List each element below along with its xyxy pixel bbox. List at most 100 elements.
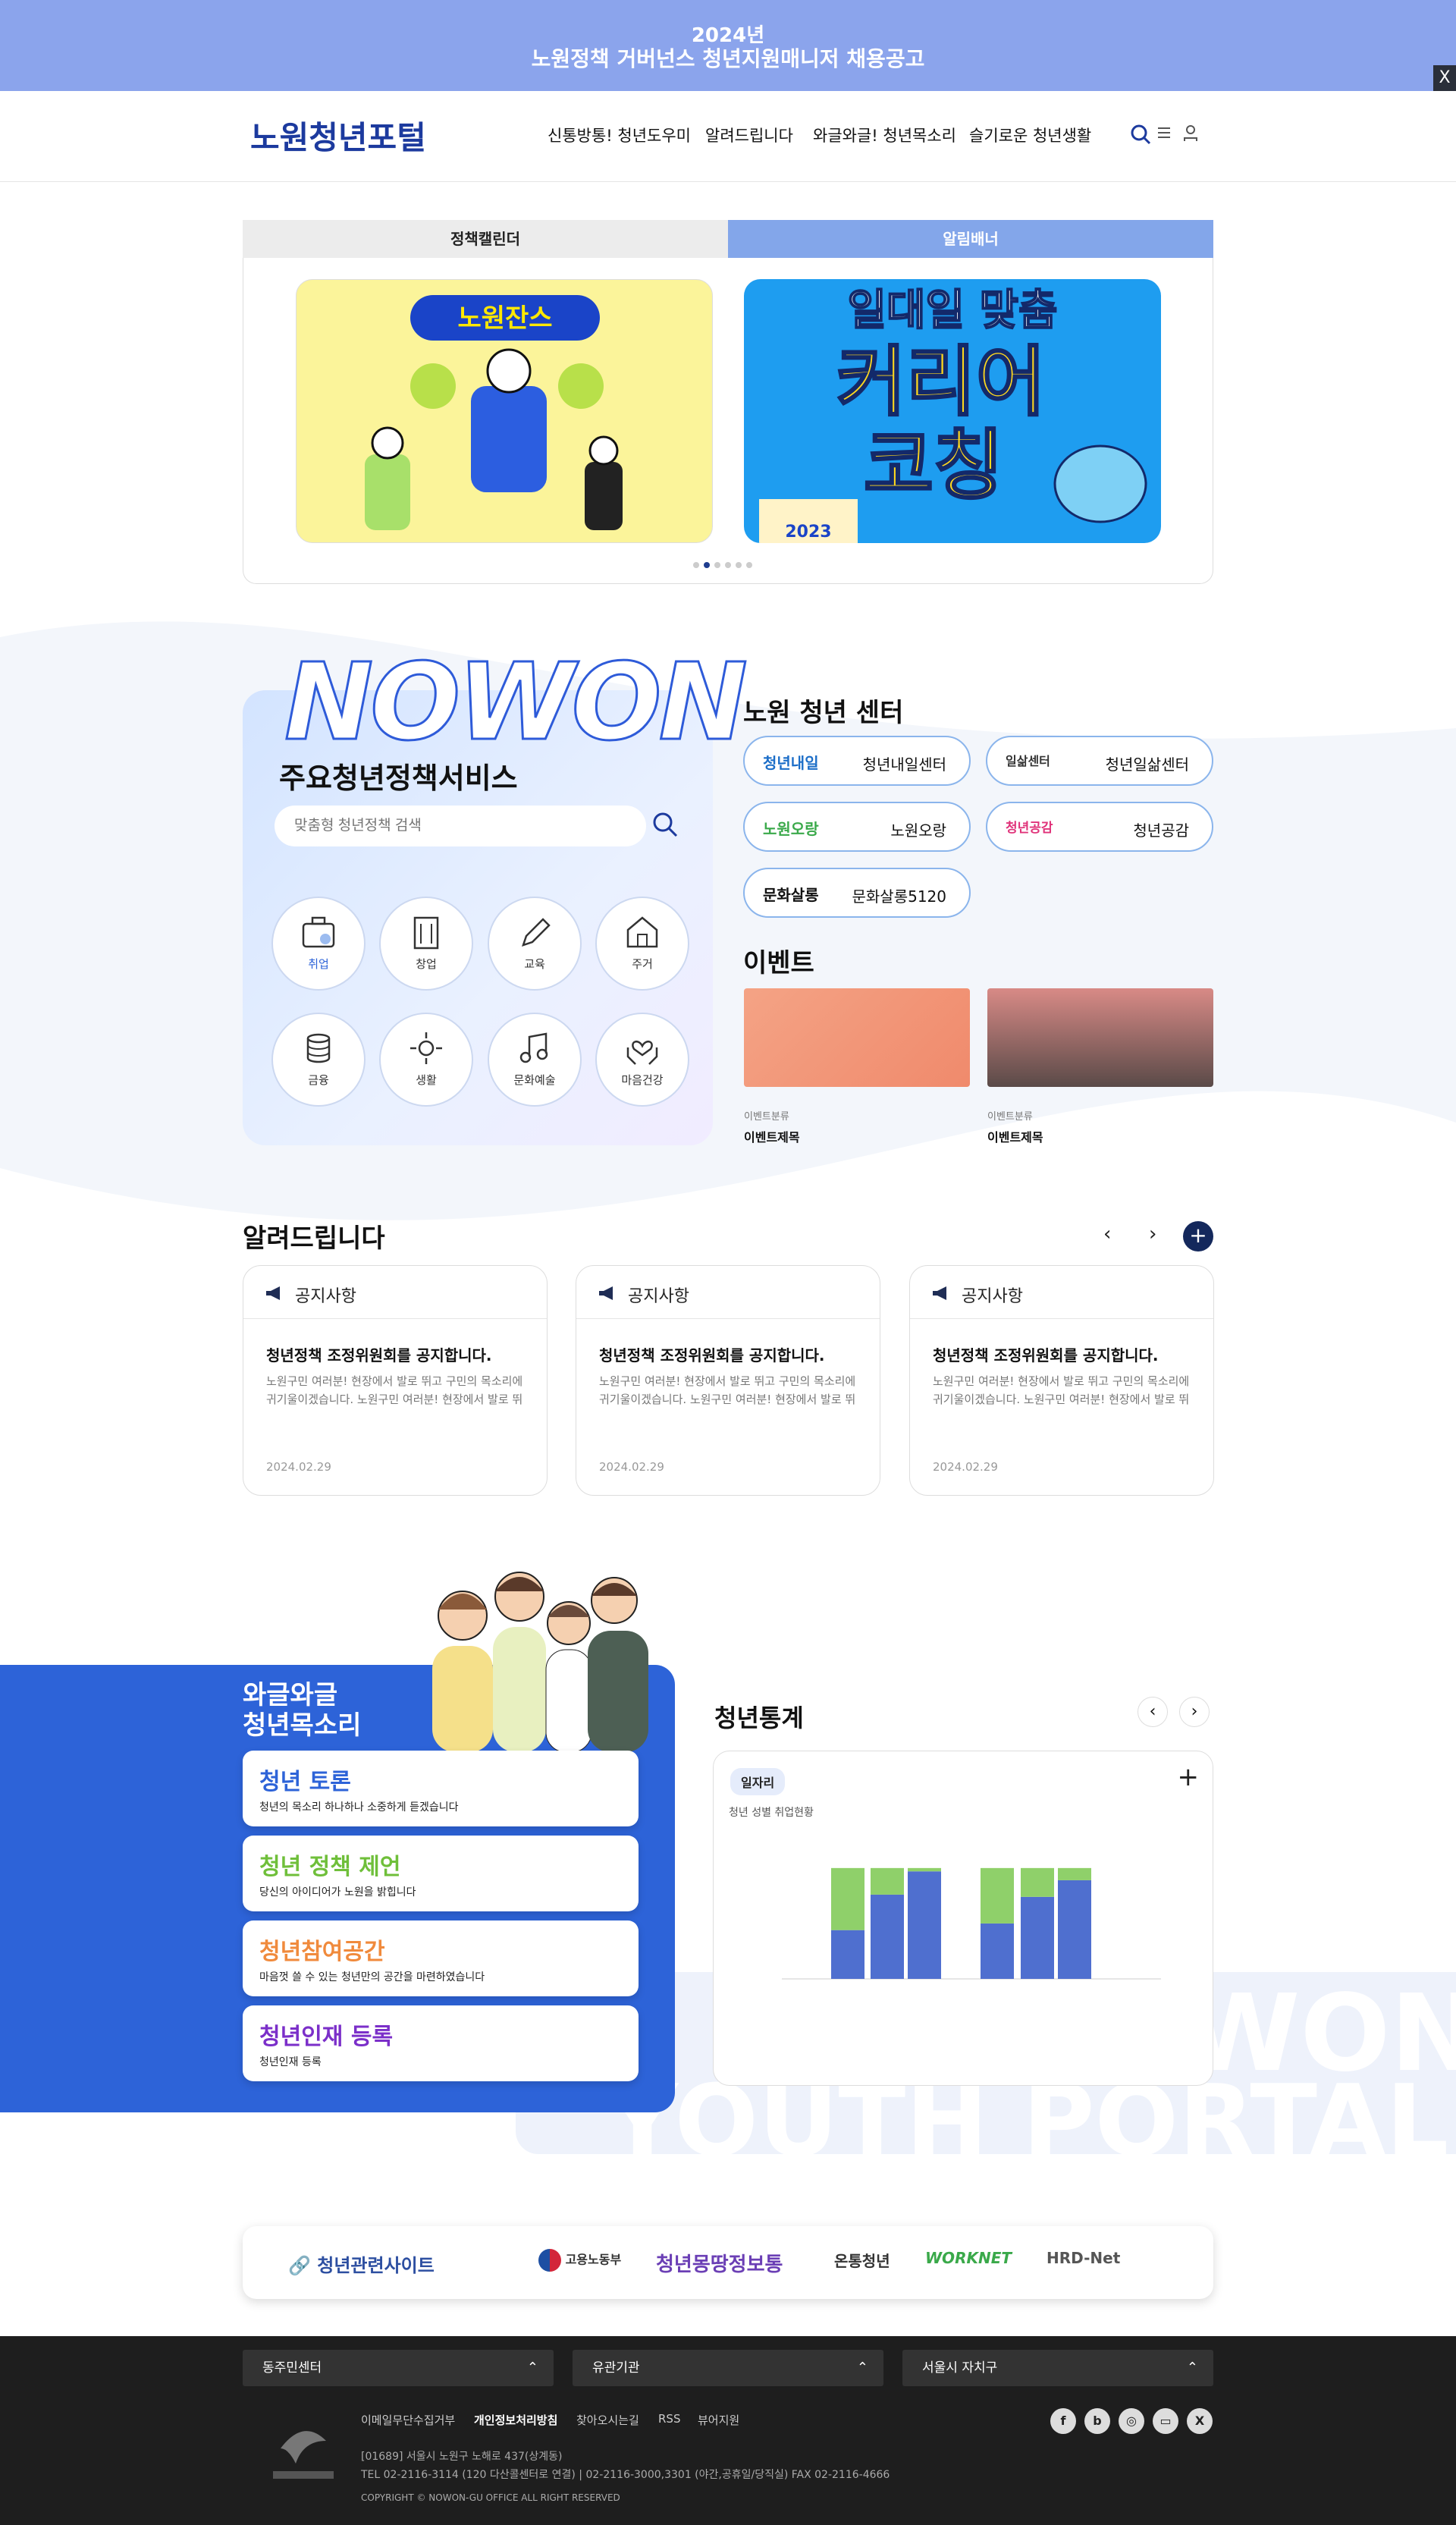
voice-item-title: 청년인재 등록 — [259, 2024, 394, 2050]
footer-link-privacy[interactable]: 개인정보처리방침 — [474, 2412, 557, 2428]
notice-category: 공지사항 — [628, 1287, 689, 1306]
event-card[interactable]: 이벤트분류 이벤트제목 — [744, 988, 970, 1145]
service-living[interactable]: 생활 — [379, 1013, 473, 1107]
nav-item-life[interactable]: 슬기로운 청년생활 — [969, 124, 1091, 146]
voice-item-sub: 당신의 아이디어가 노원을 밝힙니다 — [259, 1886, 416, 1898]
nav-item-notice[interactable]: 알려드립니다 — [705, 124, 793, 146]
notice-category: 공지사항 — [295, 1287, 356, 1306]
chart-bar — [871, 1894, 904, 1979]
x-twitter-icon[interactable]: X — [1187, 2408, 1213, 2434]
site-link-hrd-net[interactable]: HRD-Net — [1046, 2249, 1120, 2267]
top-banner[interactable]: 2024년 노원정책 거버넌스 청년지원매니저 채용공고 — [0, 0, 1456, 91]
event-category: 이벤트분류 — [744, 1111, 789, 1123]
voice-item-participation-space[interactable]: 청년참여공간 마음껏 쓸 수 있는 청년만의 공간을 마련하였습니다 — [243, 1920, 639, 1996]
search-icon[interactable] — [651, 810, 681, 840]
notice-section-title: 알려드립니다 — [243, 1223, 385, 1254]
megaphone-icon — [933, 1286, 946, 1300]
center-logo: 청년내일 — [763, 754, 819, 772]
nav-item-helper[interactable]: 신통방통! 청년도우미 — [548, 124, 691, 146]
heart-hands-icon — [626, 1040, 658, 1065]
slide-career-coaching[interactable]: 일대일 맞춤 커리어 코칭 2023 — [744, 279, 1161, 543]
center-button-salon[interactable]: 문화살롱 문화살롱5120 — [743, 868, 971, 918]
megaphone-icon — [266, 1286, 280, 1300]
youth-group-illustration — [432, 1572, 648, 1752]
slider-dot[interactable] — [736, 562, 742, 568]
site-link-worknet[interactable]: WORKNET — [925, 2249, 1012, 2267]
user-icon[interactable] — [1183, 125, 1198, 142]
footer-link-viewer[interactable]: 뷰어지원 — [698, 2412, 739, 2428]
tab-notification-banner[interactable]: 알림배너 — [728, 220, 1213, 258]
slider-dot[interactable] — [693, 562, 699, 568]
kakao-icon[interactable]: ▭ — [1153, 2408, 1178, 2434]
link-icon: 🔗 — [288, 2255, 311, 2276]
nav-item-voice[interactable]: 와글와글! 청년목소리 — [813, 124, 956, 146]
notice-next-button[interactable]: › — [1149, 1223, 1156, 1245]
notice-prev-button[interactable]: ‹ — [1103, 1223, 1111, 1245]
stats-card: 일자리 + 청년 성별 취업현황 — [713, 1751, 1213, 2086]
site-logo[interactable]: 노원청년포털 — [250, 112, 426, 159]
service-finance[interactable]: 금융 — [271, 1013, 366, 1107]
building-icon — [413, 916, 439, 950]
service-startup[interactable]: 창업 — [379, 897, 473, 991]
stats-next-button[interactable]: › — [1179, 1697, 1210, 1727]
service-culture-arts[interactable]: 문화예술 — [488, 1013, 582, 1107]
facebook-icon[interactable]: f — [1050, 2408, 1076, 2434]
voice-item-debate[interactable]: 청년 토론 청년의 목소리 하나하나 소중하게 듣겠습니다 — [243, 1751, 639, 1826]
slider-dot-active[interactable] — [704, 562, 710, 568]
footer-link-directions[interactable]: 찾아오시는길 — [576, 2412, 639, 2428]
slider-dot[interactable] — [714, 562, 720, 568]
notice-card[interactable]: 공지사항 청년정책 조정위원회를 공지합니다. 노원구민 여러분! 현장에서 발… — [243, 1265, 548, 1496]
banner-title[interactable]: 노원정책 거버넌스 청년지원매니저 채용공고 — [0, 42, 1456, 73]
nowon-gu-footer-logo — [273, 2431, 334, 2479]
footer-address: [01689] 서울시 노원구 노해로 437(상계동) — [361, 2451, 563, 2463]
center-name: 청년일삶센터 — [1105, 755, 1189, 774]
footer-select-seoul-districts[interactable]: 서울시 자치구 ⌃ — [902, 2350, 1213, 2386]
banner-close-button[interactable]: X — [1433, 65, 1456, 91]
notice-excerpt: 노원구민 여러분! 현장에서 발로 뛰고 구민의 목소리에 귀기울이겠습니다. … — [266, 1374, 523, 1406]
notice-title: 청년정책 조정위원회를 공지합니다. — [599, 1346, 825, 1365]
site-link-ontong[interactable]: 온통청년 — [834, 2249, 890, 2271]
stats-prev-button[interactable]: ‹ — [1138, 1697, 1168, 1727]
blog-icon[interactable]: b — [1084, 2408, 1110, 2434]
service-education[interactable]: 교육 — [488, 897, 582, 991]
stats-more-button[interactable]: + — [1178, 1762, 1200, 1792]
center-button-orang[interactable]: 노원오랑 노원오랑 — [743, 802, 971, 852]
slider-dot[interactable] — [725, 562, 731, 568]
tab-policy-calendar[interactable]: 정책캘린더 — [243, 220, 728, 258]
notice-card[interactable]: 공지사항 청년정책 조정위원회를 공지합니다. 노원구민 여러분! 현장에서 발… — [909, 1265, 1214, 1496]
slide-nowon-dance[interactable]: 노원잔스 — [296, 279, 713, 543]
stats-category-tag[interactable]: 일자리 — [730, 1768, 786, 1795]
site-link-youth-info[interactable]: 청년몽땅정보통 — [656, 2249, 783, 2277]
event-card[interactable]: 이벤트분류 이벤트제목 — [987, 988, 1213, 1145]
search-icon[interactable] — [1130, 124, 1151, 145]
center-button-ilsam[interactable]: 일삶센터 청년일삶센터 — [986, 736, 1213, 786]
notice-card-header: 공지사항 — [910, 1266, 1213, 1319]
voice-item-policy-proposal[interactable]: 청년 정책 제언 당신의 아이디어가 노원을 밝힙니다 — [243, 1836, 639, 1911]
center-name: 문화살롱5120 — [852, 887, 947, 906]
voice-item-title: 청년 토론 — [259, 1769, 351, 1795]
event-name: 이벤트제목 — [744, 1130, 800, 1145]
center-button-naeil[interactable]: 청년내일 청년내일센터 — [743, 736, 971, 786]
menu-icon[interactable] — [1156, 125, 1172, 140]
footer-link-email-refusal[interactable]: 이메일무단수집거부 — [361, 2412, 455, 2428]
event-category: 이벤트분류 — [987, 1111, 1033, 1123]
voice-item-title: 청년참여공간 — [259, 1939, 385, 1965]
notice-card[interactable]: 공지사항 청년정책 조정위원회를 공지합니다. 노원구민 여러분! 현장에서 발… — [576, 1265, 880, 1496]
footer-select-related-orgs[interactable]: 유관기관 ⌃ — [573, 2350, 883, 2386]
service-employment[interactable]: 취업 — [271, 897, 366, 991]
policy-search-input[interactable] — [275, 806, 646, 846]
site-link-moel[interactable]: 고용노동부 — [538, 2249, 621, 2272]
house-icon — [626, 916, 658, 948]
slider-dot[interactable] — [746, 562, 752, 568]
center-button-gonggam[interactable]: 청년공감 청년공감 — [986, 802, 1213, 852]
nowon-wordmark: NOWON — [284, 640, 749, 766]
footer-select-community-center[interactable]: 동주민센터 ⌃ — [243, 2350, 554, 2386]
notice-more-button[interactable]: + — [1183, 1221, 1213, 1252]
service-housing[interactable]: 주거 — [595, 897, 689, 991]
instagram-icon[interactable]: ◎ — [1119, 2408, 1144, 2434]
notice-excerpt: 노원구민 여러분! 현장에서 발로 뛰고 구민의 목소리에 귀기울이겠습니다. … — [599, 1374, 856, 1406]
service-mental-health[interactable]: 마음건강 — [595, 1013, 689, 1107]
career-coaching-illustration: 일대일 맞춤 커리어 코칭 2023 — [759, 285, 1147, 543]
footer-link-rss[interactable]: RSS — [658, 2412, 680, 2426]
voice-item-talent-register[interactable]: 청년인재 등록 청년인재 등록 — [243, 2005, 639, 2081]
